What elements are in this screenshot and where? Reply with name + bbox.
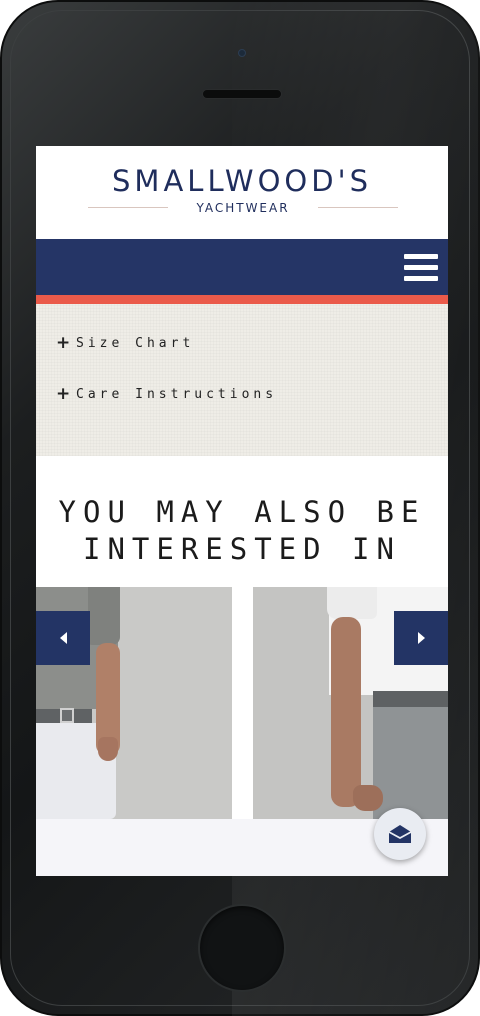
envelope-icon xyxy=(388,825,412,843)
belt-buckle xyxy=(60,708,74,723)
tagline-divider-right xyxy=(318,207,398,208)
earpiece-speaker xyxy=(202,89,282,99)
related-title-line-2: INTERESTED IN xyxy=(83,532,401,566)
care-instructions-label: Care Instructions xyxy=(76,386,278,402)
grey-pants xyxy=(373,707,448,819)
chevron-right-icon xyxy=(417,632,425,644)
related-products-title: YOU MAY ALSO BE INTERESTED IN xyxy=(36,494,448,568)
site-header: SMALLWOOD'S YACHTWEAR xyxy=(36,146,448,239)
care-instructions-toggle[interactable]: + Care Instructions xyxy=(56,384,277,404)
plus-icon: + xyxy=(56,333,71,353)
related-title-line-1: YOU MAY ALSO BE xyxy=(58,495,426,529)
hand xyxy=(353,785,383,811)
home-button[interactable] xyxy=(198,904,286,992)
nav-bar xyxy=(36,239,448,295)
carousel-prev-button[interactable] xyxy=(36,611,90,665)
product-info-panel xyxy=(36,304,448,456)
size-chart-label: Size Chart xyxy=(76,335,195,351)
front-camera xyxy=(238,49,246,57)
menu-bar xyxy=(404,254,438,259)
shirt-sleeve xyxy=(327,587,377,619)
size-chart-toggle[interactable]: + Size Chart xyxy=(56,333,194,353)
plus-icon: + xyxy=(56,384,71,404)
belt xyxy=(373,691,448,707)
carousel-next-button[interactable] xyxy=(394,611,448,665)
chevron-left-icon xyxy=(59,632,67,644)
arm xyxy=(331,617,361,807)
brand-logo[interactable]: SMALLWOOD'S xyxy=(36,164,448,198)
phone-frame: SMALLWOOD'S YACHTWEAR + Size Chart + Car… xyxy=(0,0,480,1016)
brand-tagline: YACHTWEAR xyxy=(196,201,290,215)
nav-accent-stripe xyxy=(36,295,448,304)
brand-tagline-row: YACHTWEAR xyxy=(88,201,398,215)
phone-screen: SMALLWOOD'S YACHTWEAR + Size Chart + Car… xyxy=(36,146,448,876)
menu-bar xyxy=(404,276,438,281)
contact-chat-button[interactable] xyxy=(374,808,426,860)
hand xyxy=(98,737,118,761)
menu-bar xyxy=(404,265,438,270)
hamburger-menu-icon[interactable] xyxy=(404,253,438,283)
shirt-sleeve xyxy=(88,587,120,645)
